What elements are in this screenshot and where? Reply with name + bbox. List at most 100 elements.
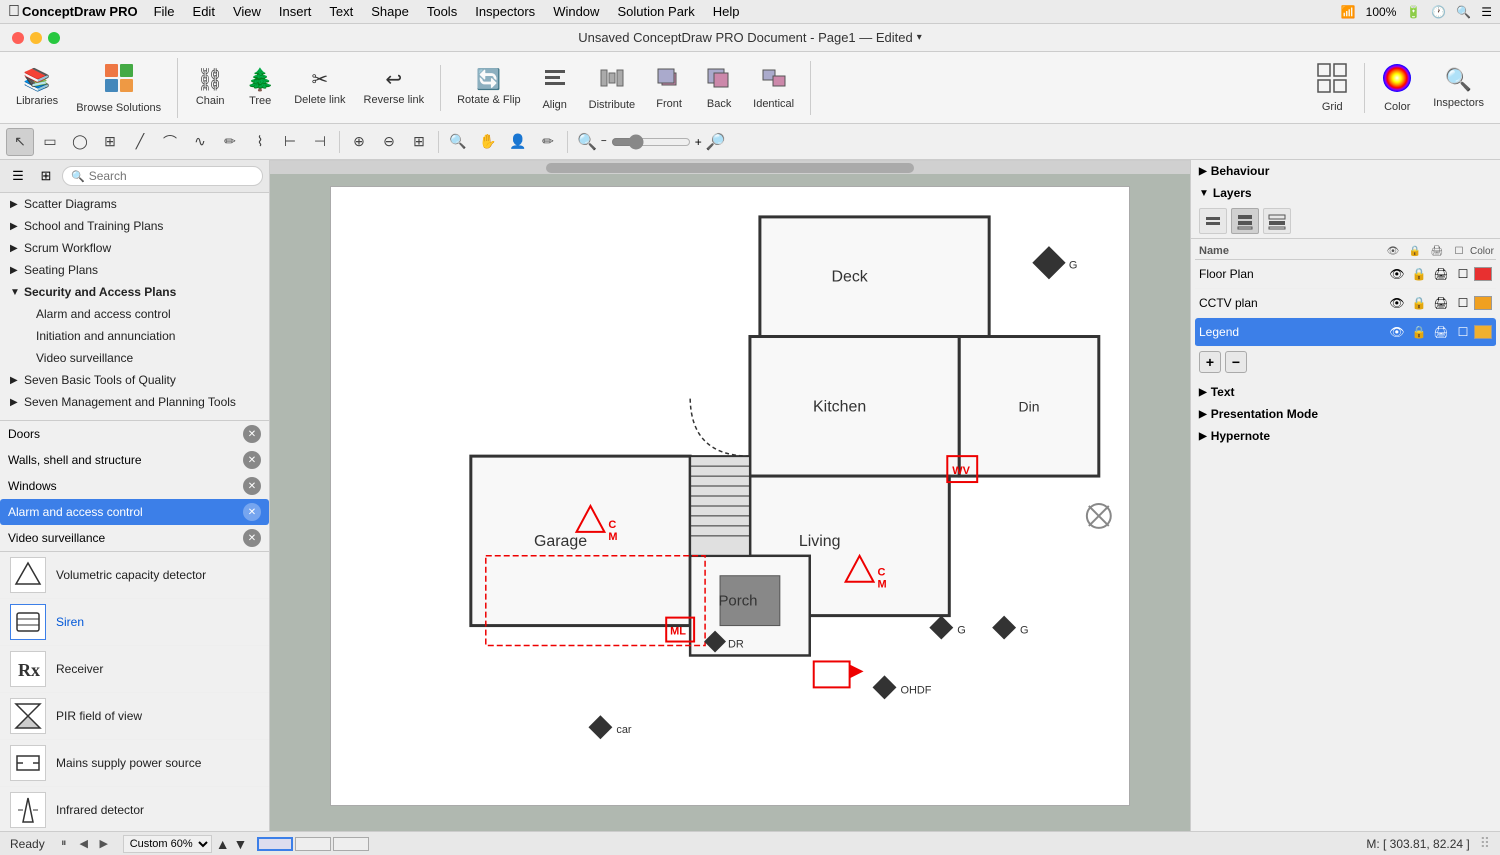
menu-view[interactable]: View [225,2,269,21]
brush-icon[interactable]: ✏ [534,128,562,156]
tree-item-seven-basic[interactable]: ▶ Seven Basic Tools of Quality [0,369,269,391]
tree-item-scrum[interactable]: ▶ Scrum Workflow [0,237,269,259]
expand-icon[interactable]: ⊕ [345,128,373,156]
layers-section-header[interactable]: ▼ Layers [1191,182,1500,204]
next-page-button[interactable]: ▶ [95,835,113,853]
horizontal-scrollbar[interactable] [270,160,1190,174]
align-button[interactable]: Align [531,61,579,115]
zoom-out-icon[interactable]: 🔍 [577,132,597,152]
library-close-walls[interactable]: ✕ [243,451,261,469]
tree-item-seating[interactable]: ▶ Seating Plans [0,259,269,281]
layer-tool-2[interactable] [1231,208,1259,234]
layer-color-legend[interactable] [1474,325,1492,339]
layer-toggle-cctv[interactable]: ☐ [1452,292,1474,314]
connector-tool[interactable]: ⊢ [276,128,304,156]
layer-color-cctv[interactable] [1474,296,1492,310]
zoom-select[interactable]: Custom 60% 25% 50% 75% 100% [123,835,212,853]
table-tool[interactable]: ⊞ [96,128,124,156]
pan-icon[interactable]: ✋ [474,128,502,156]
page-thumb-1[interactable] [257,837,293,851]
prev-page-button[interactable]: ◀ [75,835,93,853]
front-button[interactable]: Front [645,61,693,114]
layer-eye-cctv[interactable]: 👁 [1386,292,1408,314]
menu-edit[interactable]: Edit [185,2,223,21]
smart-connector[interactable]: ⊣ [306,128,334,156]
apple-menu[interactable]:  [8,3,20,21]
pen-tool[interactable]: ✏ [216,128,244,156]
page-thumb-3[interactable] [333,837,369,851]
hypernote-section-header[interactable]: ▶ Hypernote [1191,425,1500,447]
collapse-icon[interactable]: ⊖ [375,128,403,156]
layer-lock-floor-plan[interactable]: 🔒 [1408,263,1430,285]
tree-item-scatter[interactable]: ▶ Scatter Diagrams [0,193,269,215]
scrollbar-thumb[interactable] [546,163,914,173]
inspectors-button[interactable]: 🔍 Inspectors [1425,63,1492,113]
zigzag-tool[interactable]: ⌇ [246,128,274,156]
shape-infrared[interactable]: Infrared detector [0,787,269,831]
tree-item-alarm[interactable]: Alarm and access control [0,303,269,325]
curve-tool[interactable]: ∿ [186,128,214,156]
rectangle-tool[interactable]: ▭ [36,128,64,156]
color-button[interactable]: Color [1373,58,1421,117]
search-menu-icon[interactable]: 🔍 [1456,5,1471,19]
back-button[interactable]: Back [695,61,743,114]
layer-tool-1[interactable] [1199,208,1227,234]
library-close-alarm-ctrl[interactable]: ✕ [243,503,261,521]
fit-icon[interactable]: ⊞ [405,128,433,156]
menu-shape[interactable]: Shape [363,2,417,21]
shape-siren[interactable]: Siren [0,599,269,646]
browse-solutions-button[interactable]: Browse Solutions [68,58,169,118]
chevron-down-icon[interactable]: ▾ [917,32,922,43]
shape-receiver[interactable]: Rx Receiver [0,646,269,693]
layer-eye-legend[interactable]: 👁 [1386,321,1408,343]
floor-plan-container[interactable]: Deck Kitchen Din Garage Living Porch G W… [270,160,1190,831]
magnify-icon[interactable]: 🔍 [444,128,472,156]
text-section-header[interactable]: ▶ Text [1191,381,1500,403]
line-tool[interactable]: ╱ [126,128,154,156]
layer-toggle-floor-plan[interactable]: ☐ [1452,263,1474,285]
arc-tool[interactable]: ⌒ [156,128,184,156]
identical-button[interactable]: Identical [745,61,802,114]
tree-button[interactable]: 🌲 Tree [236,65,284,111]
layer-lock-cctv[interactable]: 🔒 [1408,292,1430,314]
behaviour-section-header[interactable]: ▶ Behaviour [1191,160,1500,182]
zoom-stepper-up[interactable]: ▲ [216,836,230,852]
layer-eye-floor-plan[interactable]: 👁 [1386,263,1408,285]
distribute-button[interactable]: Distribute [581,61,643,115]
pause-button[interactable]: ⏸ [55,835,73,853]
layer-print-cctv[interactable]: 🖨 [1430,292,1452,314]
fullscreen-button[interactable] [48,32,60,44]
tree-item-school[interactable]: ▶ School and Training Plans [0,215,269,237]
oval-tool[interactable]: ◯ [66,128,94,156]
menu-insert[interactable]: Insert [271,2,320,21]
add-layer-button[interactable]: + [1199,351,1221,373]
shape-mains[interactable]: Mains supply power source [0,740,269,787]
layer-tool-3[interactable] [1263,208,1291,234]
page-thumb-2[interactable] [295,837,331,851]
menu-text[interactable]: Text [321,2,361,21]
layer-toggle-legend[interactable]: ☐ [1452,321,1474,343]
layer-color-floor-plan[interactable] [1474,267,1492,281]
shape-pir[interactable]: PIR field of view [0,693,269,740]
tree-item-video[interactable]: Video surveillance [0,347,269,369]
person-icon[interactable]: 👤 [504,128,532,156]
layer-print-floor-plan[interactable]: 🖨 [1430,263,1452,285]
menu-file[interactable]: File [146,2,183,21]
grid-button[interactable]: Grid [1308,58,1356,117]
reverse-link-button[interactable]: ↩ Reverse link [356,66,433,110]
layer-lock-legend[interactable]: 🔒 [1408,321,1430,343]
zoom-in-icon[interactable]: 🔎 [706,132,726,152]
tree-item-security[interactable]: ▼ Security and Access Plans [0,281,269,303]
list-view-icon[interactable]: ☰ [6,164,30,188]
menu-window[interactable]: Window [545,2,607,21]
minimize-button[interactable] [30,32,42,44]
chain-button[interactable]: ⛓ Chain [186,65,234,111]
layer-print-legend[interactable]: 🖨 [1430,321,1452,343]
rotate-flip-button[interactable]: 🔄 Rotate & Flip [449,66,529,110]
menu-tools[interactable]: Tools [419,2,465,21]
search-input[interactable] [89,169,254,183]
select-tool[interactable]: ↖ [6,128,34,156]
shape-volumetric[interactable]: Volumetric capacity detector [0,552,269,599]
libraries-button[interactable]: 📚 Libraries [8,65,66,111]
zoom-slider[interactable] [611,134,691,150]
